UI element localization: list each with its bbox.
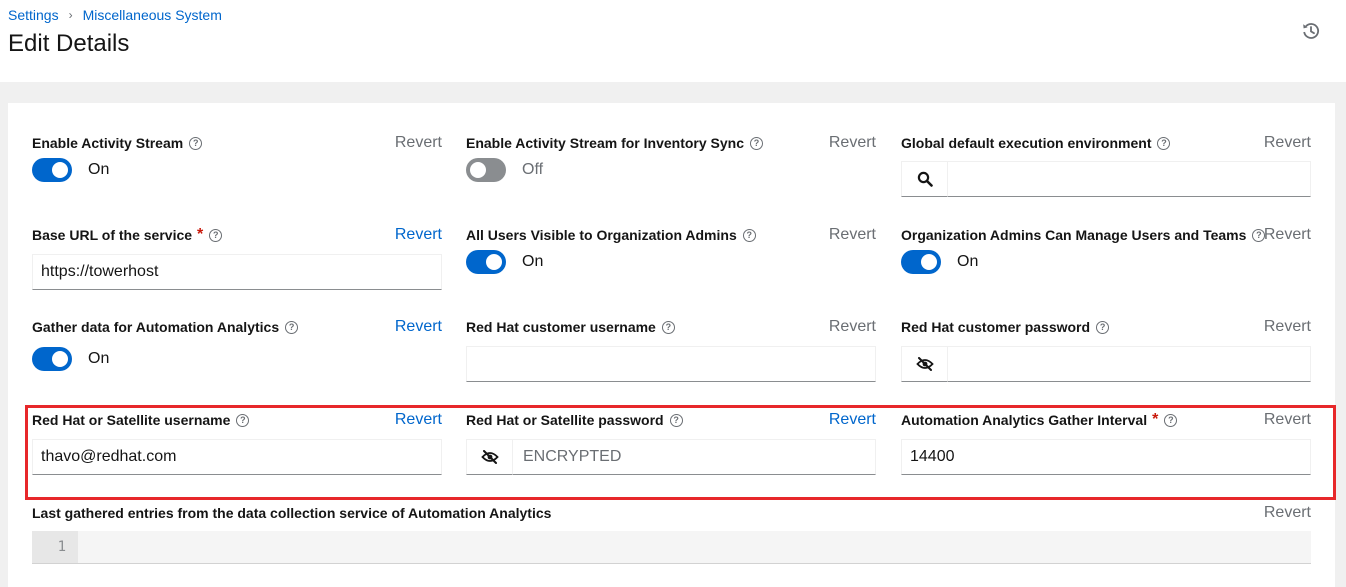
- revert-button[interactable]: Revert: [829, 317, 876, 337]
- revert-button[interactable]: Revert: [829, 225, 876, 245]
- execution-environment-lookup: [901, 161, 1311, 197]
- field-label: Gather data for Automation Analytics: [32, 319, 280, 335]
- search-icon[interactable]: [901, 161, 948, 197]
- question-circle-icon[interactable]: ?: [236, 413, 250, 427]
- toggle-switch[interactable]: [32, 158, 72, 182]
- toggle-state-label: On: [88, 161, 110, 178]
- revert-button[interactable]: Revert: [1264, 317, 1311, 337]
- toggle-state-label: On: [957, 253, 979, 270]
- revert-button[interactable]: Revert: [829, 133, 876, 153]
- execution-environment-input[interactable]: [948, 161, 1311, 197]
- toggle-switch[interactable]: [466, 158, 506, 182]
- field-label: Global default execution environment: [901, 135, 1152, 151]
- rh-customer-username-input[interactable]: [466, 346, 876, 382]
- settings-form-card: Enable Activity Stream ? Revert On Enabl…: [8, 103, 1336, 587]
- page-header: Settings › Miscellaneous System Edit Det…: [0, 0, 1346, 82]
- question-circle-icon[interactable]: ?: [285, 320, 299, 334]
- rh-customer-password-input[interactable]: [948, 346, 1311, 382]
- gather-interval-input[interactable]: 14400: [901, 439, 1311, 475]
- question-circle-icon[interactable]: ?: [750, 136, 764, 150]
- field-activity-stream-inventory-sync: Enable Activity Stream for Inventory Syn…: [466, 133, 876, 188]
- revert-button[interactable]: Revert: [395, 410, 442, 430]
- field-label: Automation Analytics Gather Interval: [901, 412, 1148, 428]
- breadcrumb-settings-link[interactable]: Settings: [8, 7, 59, 23]
- question-circle-icon[interactable]: ?: [742, 228, 756, 242]
- revert-button[interactable]: Revert: [395, 225, 442, 245]
- eye-slash-icon[interactable]: [466, 439, 513, 475]
- required-marker: *: [197, 226, 204, 243]
- satellite-password-group: ENCRYPTED: [466, 439, 876, 475]
- field-label: Enable Activity Stream for Inventory Syn…: [466, 135, 745, 151]
- revert-button[interactable]: Revert: [1264, 410, 1311, 430]
- question-circle-icon[interactable]: ?: [209, 228, 223, 242]
- question-circle-icon[interactable]: ?: [1164, 413, 1178, 427]
- field-satellite-username: Red Hat or Satellite username ? Revert t…: [32, 410, 442, 475]
- field-label: Red Hat customer username: [466, 319, 656, 335]
- field-label: All Users Visible to Organization Admins: [466, 227, 737, 243]
- field-label: Last gathered entries from the data coll…: [32, 505, 552, 521]
- revert-button[interactable]: Revert: [395, 317, 442, 337]
- satellite-username-input[interactable]: thavo@redhat.com: [32, 439, 442, 475]
- base-url-input[interactable]: https://towerhost: [32, 254, 442, 290]
- revert-button[interactable]: Revert: [1264, 503, 1311, 523]
- field-label: Organization Admins Can Manage Users and…: [901, 227, 1247, 243]
- chevron-right-icon: ›: [68, 8, 73, 22]
- breadcrumb-current-link[interactable]: Miscellaneous System: [83, 7, 222, 23]
- revert-button[interactable]: Revert: [829, 410, 876, 430]
- breadcrumb: Settings › Miscellaneous System: [8, 7, 222, 23]
- toggle-state-label: On: [88, 350, 110, 367]
- satellite-password-input[interactable]: ENCRYPTED: [513, 439, 876, 475]
- field-users-visible-to-org-admins: All Users Visible to Organization Admins…: [466, 225, 876, 280]
- field-satellite-password: Red Hat or Satellite password ? Revert E…: [466, 410, 876, 475]
- gather-analytics-toggle[interactable]: On: [32, 347, 109, 371]
- question-circle-icon[interactable]: ?: [669, 413, 683, 427]
- question-circle-icon[interactable]: ?: [1096, 320, 1110, 334]
- field-global-execution-environment: Global default execution environment ? R…: [901, 133, 1311, 197]
- field-label: Enable Activity Stream: [32, 135, 184, 151]
- line-number: 1: [32, 531, 78, 563]
- required-marker: *: [1152, 411, 1159, 428]
- org-admins-manage-toggle[interactable]: On: [901, 250, 978, 274]
- field-enable-activity-stream: Enable Activity Stream ? Revert On: [32, 133, 442, 188]
- field-gather-interval: Automation Analytics Gather Interval * ?…: [901, 410, 1311, 475]
- toggle-state-label: Off: [522, 161, 544, 178]
- field-label: Red Hat customer password: [901, 319, 1091, 335]
- toggle-switch[interactable]: [32, 347, 72, 371]
- revert-button[interactable]: Revert: [395, 133, 442, 153]
- activity-stream-toggle[interactable]: On: [32, 158, 109, 182]
- field-label: Red Hat or Satellite username: [32, 412, 231, 428]
- field-org-admins-manage-users: Organization Admins Can Manage Users and…: [901, 225, 1311, 280]
- activity-stream-inventory-toggle[interactable]: Off: [466, 158, 543, 182]
- field-rh-customer-password: Red Hat customer password ? Revert: [901, 317, 1311, 382]
- eye-slash-icon[interactable]: [901, 346, 948, 382]
- field-rh-customer-username: Red Hat customer username ? Revert: [466, 317, 876, 382]
- users-visible-toggle[interactable]: On: [466, 250, 543, 274]
- rh-customer-password-group: [901, 346, 1311, 382]
- toggle-state-label: On: [522, 253, 544, 270]
- page-title: Edit Details: [8, 30, 130, 57]
- question-circle-icon[interactable]: ?: [661, 320, 675, 334]
- field-last-gathered-entries: Last gathered entries from the data coll…: [32, 503, 1311, 523]
- question-circle-icon[interactable]: ?: [189, 136, 203, 150]
- field-label: Red Hat or Satellite password: [466, 412, 664, 428]
- question-circle-icon[interactable]: ?: [1157, 136, 1171, 150]
- field-label: Base URL of the service: [32, 227, 193, 243]
- toggle-switch[interactable]: [466, 250, 506, 274]
- revert-button[interactable]: Revert: [1264, 133, 1311, 153]
- toggle-switch[interactable]: [901, 250, 941, 274]
- field-gather-analytics: Gather data for Automation Analytics ? R…: [32, 317, 442, 372]
- revert-button[interactable]: Revert: [1264, 225, 1311, 245]
- field-base-url: Base URL of the service * ? Revert https…: [32, 225, 442, 290]
- history-icon[interactable]: [1300, 20, 1322, 42]
- code-editor-input[interactable]: [78, 531, 1311, 563]
- last-gathered-code-editor[interactable]: 1: [32, 531, 1311, 564]
